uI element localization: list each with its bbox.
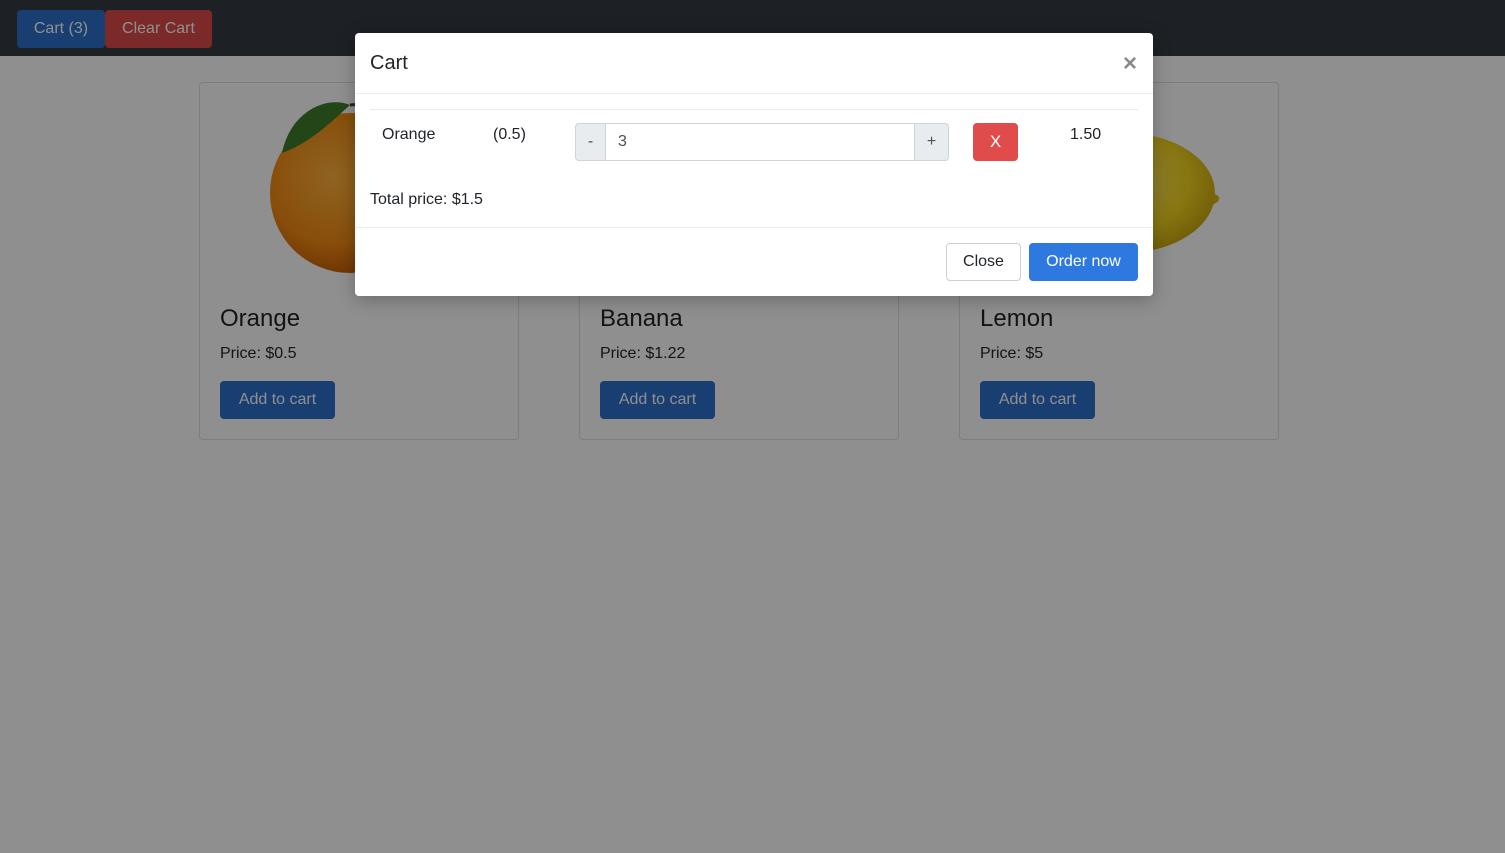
cart-item-unit-price: (0.5) [493, 126, 526, 143]
cart-item-line-total: 1.50 [1070, 126, 1102, 143]
cart-item-name: Orange [382, 126, 436, 143]
modal-footer: Close Order now [355, 227, 1153, 296]
order-now-button[interactable]: Order now [1029, 243, 1138, 281]
decrease-quantity-button[interactable]: - [575, 123, 606, 161]
modal-header: Cart × [355, 33, 1153, 94]
close-button[interactable]: Close [946, 243, 1021, 281]
quantity-input[interactable] [606, 123, 914, 161]
close-icon[interactable]: × [1121, 51, 1139, 77]
modal-title: Cart [370, 52, 408, 74]
cart-item-row: Orange (0.5) - + X 1.50 [370, 109, 1138, 169]
cart-modal: Cart × Orange (0.5) - + X 1.50 Total pri… [355, 33, 1153, 296]
increase-quantity-button[interactable]: + [914, 123, 949, 161]
total-price: Total price: $1.5 [370, 191, 483, 208]
quantity-stepper: - + [575, 123, 949, 161]
remove-item-button[interactable]: X [973, 123, 1018, 161]
